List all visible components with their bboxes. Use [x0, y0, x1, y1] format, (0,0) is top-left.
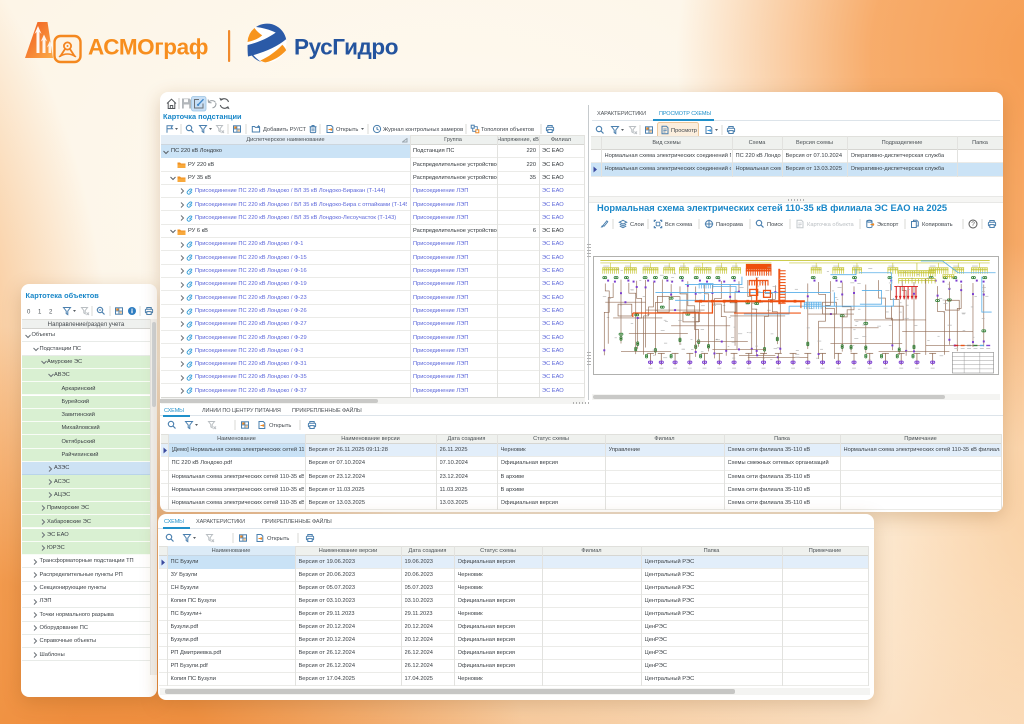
svg-text:Открыть: Открыть: [267, 536, 289, 542]
svg-text:Карточка объекта: Карточка объекта: [807, 222, 854, 228]
svg-text:Копировать: Копировать: [922, 222, 953, 228]
svg-text:Вся схема: Вся схема: [665, 222, 693, 228]
svg-text:Журнал контрольных замеров: Журнал контрольных замеров: [383, 127, 463, 133]
svg-text:Открыть: Открыть: [336, 127, 358, 133]
svg-text:Топология объектов: Топология объектов: [481, 127, 534, 133]
svg-text:АСМОграф: АСМОграф: [88, 35, 208, 60]
svg-text:РусГидро: РусГидро: [294, 35, 398, 60]
svg-text:?: ?: [971, 221, 975, 228]
svg-text:Экспорт: Экспорт: [877, 222, 899, 228]
svg-text:Слои: Слои: [630, 222, 644, 228]
svg-text:Просмотр: Просмотр: [671, 128, 697, 134]
svg-text:2: 2: [49, 310, 53, 316]
svg-text:Поиск: Поиск: [767, 222, 783, 228]
svg-text:1: 1: [38, 310, 42, 316]
svg-text:Добавить РУ/СТ: Добавить РУ/СТ: [263, 127, 306, 133]
svg-text:Панорама: Панорама: [716, 222, 744, 228]
svg-text:0: 0: [27, 310, 31, 316]
svg-text:Открыть: Открыть: [269, 423, 291, 429]
